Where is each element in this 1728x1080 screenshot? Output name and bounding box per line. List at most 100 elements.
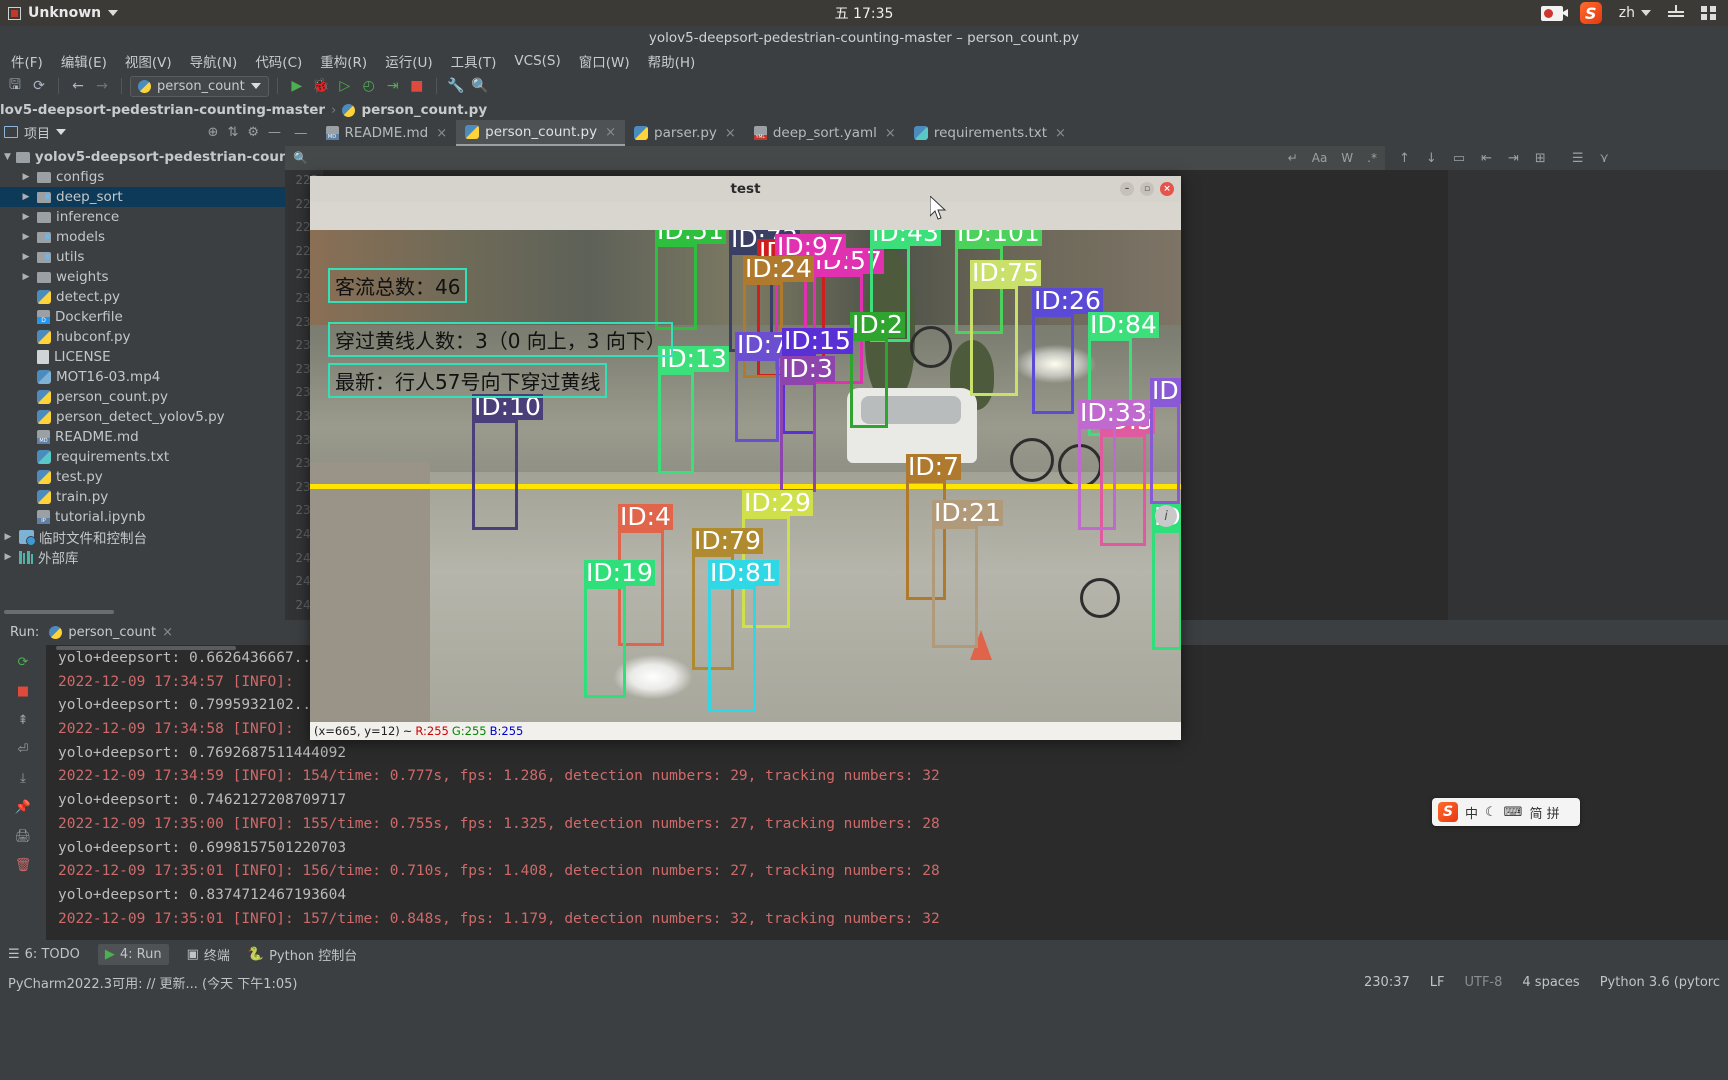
close-icon[interactable]: × [605,125,616,140]
status-message[interactable]: PyCharm2022.3可用: // 更新... (今天 下午1:05) [8,973,298,992]
tree-item-test-py[interactable]: test.py [0,467,285,487]
gear-icon[interactable]: ⚙ [247,125,259,140]
info-badge-icon[interactable]: i [1155,505,1177,527]
tree-item-readme-md[interactable]: README.md [0,427,285,447]
preview-icon[interactable]: ▭ [1453,151,1465,166]
menu-item-1[interactable]: 编辑(E) [52,49,116,73]
rerun-icon[interactable]: ⟳ [12,652,34,672]
menu-item-9[interactable]: 窗口(W) [570,49,639,73]
run-with-console-icon[interactable]: ⇥ [382,75,404,97]
locate-icon[interactable]: ⊕ [208,125,219,140]
profile-icon[interactable]: ◴ [358,75,380,97]
debug-icon[interactable]: 🐞 [310,75,332,97]
menu-item-8[interactable]: VCS(S) [505,51,569,71]
search-input[interactable] [315,151,1216,165]
close-icon[interactable]: × [725,126,736,141]
chevron-down-icon[interactable] [56,129,67,135]
close-icon[interactable]: × [162,625,173,640]
menu-item-2[interactable]: 视图(V) [116,49,181,73]
menu-item-10[interactable]: 帮助(H) [639,49,705,73]
match-case-toggle[interactable]: Aa [1312,151,1328,165]
stop-icon[interactable]: ■ [406,75,428,97]
search-icon[interactable]: 🔍 [469,75,491,97]
sogou-moon-icon[interactable]: ☾ [1485,805,1497,820]
scroll-to-top-icon[interactable]: ⇞ [12,710,34,730]
screen-recorder-icon[interactable] [1540,5,1568,21]
run-coverage-icon[interactable]: ▷ [334,75,356,97]
regex-toggle[interactable]: .* [1367,151,1377,165]
maximize-button[interactable]: ▫ [1140,182,1154,196]
chevron-right-icon[interactable]: ▶ [20,272,32,282]
python-interpreter[interactable]: Python 3.6 (pytorc [1600,975,1720,990]
line-separator[interactable]: LF [1430,975,1445,990]
tree-item-tutorial-ipynb[interactable]: tutorial.ipynb [0,507,285,527]
tree-item-mot16-03-mp4[interactable]: MOT16-03.mp4 [0,367,285,387]
sort-icon[interactable]: ☰ [1572,151,1584,166]
tree-item-dockerfile[interactable]: Dockerfile [0,307,285,327]
sogou-keyboard-icon[interactable]: ⌨ [1504,805,1523,820]
chevron-right-icon[interactable]: ▶ [20,252,32,262]
tab-person-count-py[interactable]: person_count.py × [456,120,626,146]
menu-item-4[interactable]: 代码(C) [246,49,311,73]
scroll-to-end-icon[interactable]: ⤓ [12,768,34,788]
collapse-all-icon[interactable]: ⇅ [227,125,238,140]
pin-icon[interactable]: 📌 [12,797,34,817]
chevron-right-icon[interactable]: ▶ [20,232,32,242]
tab-parser-py[interactable]: parser.py × [625,120,745,146]
indent-setting[interactable]: 4 spaces [1522,975,1579,990]
chevron-right-icon[interactable]: ▶ [2,532,14,542]
group-icon[interactable]: ⊞ [1535,151,1546,166]
search-icon[interactable]: 🔍 [293,151,308,165]
chevron-right-icon[interactable]: ▶ [20,172,32,182]
os-app-menu[interactable]: Unknown [8,5,119,21]
close-icon[interactable]: × [885,126,896,141]
sogou-mode[interactable]: 中 [1465,803,1478,822]
file-encoding[interactable]: UTF-8 [1464,975,1502,990]
chevron-down-icon[interactable]: ▼ [4,152,11,162]
tree-item-utils[interactable]: ▶ utils [0,247,285,267]
breadcrumb-project[interactable]: lov5-deepsort-pedestrian-counting-master [0,102,325,118]
close-icon[interactable]: × [1055,126,1066,141]
language-indicator[interactable]: zh [1619,5,1651,21]
back-icon[interactable]: ← [67,75,89,97]
filter-icon[interactable]: ⋎ [1599,151,1609,166]
caret-position[interactable]: 230:37 [1364,975,1410,990]
run-console-scroll-indicator[interactable] [56,646,236,650]
sogou-ime-floating-bar[interactable]: S 中 ☾ ⌨ 简 拼 [1432,798,1580,826]
bottom-tab-4--run[interactable]: ▶ 4: Run [97,943,169,965]
menu-item-7[interactable]: 工具(T) [442,49,506,73]
breadcrumb-file[interactable]: person_count.py [361,102,487,118]
tree-item-scratch[interactable]: ▶ 临时文件和控制台 [0,527,285,547]
hide-icon[interactable]: — [268,125,281,140]
bottom-tab-python----[interactable]: 🐍 Python 控制台 [248,945,357,964]
tree-item-person-detect-yolov5-py[interactable]: person_detect_yolov5.py [0,407,285,427]
tab-requirements-txt[interactable]: requirements.txt × [905,120,1075,146]
menu-item-0[interactable]: 件(F) [2,49,52,73]
settings-wrench-icon[interactable]: 🔧 [445,75,467,97]
tree-item-lib[interactable]: ▶ 外部库 [0,547,285,567]
stop-icon[interactable]: ■ [12,681,34,701]
wrap-search-icon[interactable]: ↵ [1288,151,1298,165]
bottom-tab-6--todo[interactable]: ☰ 6: TODO [8,947,80,962]
close-button[interactable]: × [1160,182,1174,196]
menu-item-5[interactable]: 重构(R) [311,49,376,73]
chevron-right-icon[interactable]: ▶ [2,552,14,562]
tree-item-train-py[interactable]: train.py [0,487,285,507]
sync-icon[interactable]: ⟳ [28,75,50,97]
tab-readme-md[interactable]: README.md × [317,120,457,146]
move-up-icon[interactable]: ↑ [1399,151,1410,166]
chevron-right-icon[interactable]: ▶ [20,212,32,222]
menu-item-6[interactable]: 运行(U) [376,49,441,73]
tree-item-requirements-txt[interactable]: requirements.txt [0,447,285,467]
run-icon[interactable]: ▶ [286,75,308,97]
tree-item-deep-sort[interactable]: ▶ deep_sort [0,187,285,207]
sogou-ime-icon[interactable]: S [1579,2,1602,24]
chevron-down-icon[interactable] [108,10,119,16]
save-icon[interactable]: 🖫 [4,75,26,97]
whole-words-toggle[interactable]: W [1341,151,1353,165]
tree-item-license[interactable]: LICENSE [0,347,285,367]
tree-item-models[interactable]: ▶ models [0,227,285,247]
expand-icon[interactable]: ⇤ [1481,151,1492,166]
print-icon[interactable]: 🖨 [12,826,34,846]
cv-title-bar[interactable]: test – ▫ × [310,176,1181,202]
